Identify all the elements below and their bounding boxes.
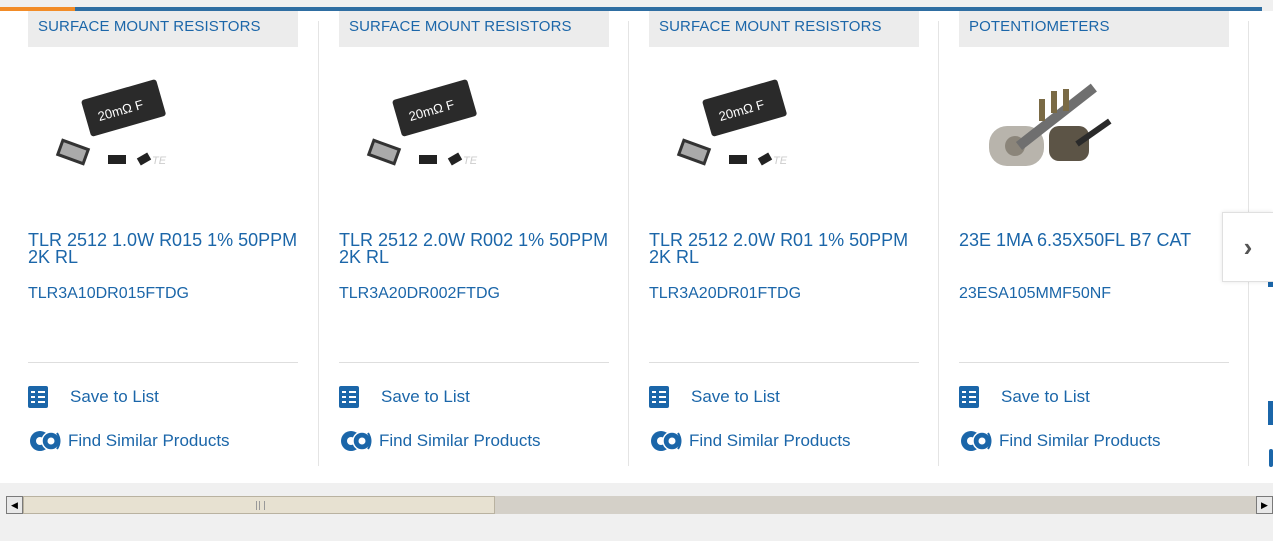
svg-text:TE: TE <box>463 155 478 167</box>
horizontal-scrollbar[interactable]: ◀ ▶ <box>6 496 1273 514</box>
next-card-peek <box>1268 281 1273 481</box>
save-to-list-label: Save to List <box>691 387 780 406</box>
card-divider <box>28 362 298 363</box>
product-card: SURFACE MOUNT RESISTORS 20mΩ F TE TLR 25… <box>649 11 919 466</box>
triangle-left-icon: ◀ <box>11 499 18 510</box>
gears-icon <box>30 431 61 451</box>
card-divider <box>339 362 609 363</box>
save-to-list-button[interactable]: Save to List <box>649 384 780 410</box>
product-card: SURFACE MOUNT RESISTORS 20mΩ F TE TLR 25… <box>339 11 609 466</box>
save-to-list-button[interactable]: Save to List <box>959 384 1090 410</box>
save-to-list-label: Save to List <box>1001 387 1090 406</box>
find-similar-label: Find Similar Products <box>999 431 1161 450</box>
category-label[interactable]: SURFACE MOUNT RESISTORS <box>28 11 298 47</box>
save-to-list-button[interactable]: Save to List <box>339 384 470 410</box>
checklist-icon <box>28 386 48 408</box>
category-label[interactable]: SURFACE MOUNT RESISTORS <box>339 11 609 47</box>
scrollbar-thumb[interactable] <box>23 496 495 514</box>
card-separator <box>318 21 319 466</box>
grip-icon <box>256 501 265 510</box>
find-similar-button[interactable]: Find Similar Products <box>959 428 1161 454</box>
svg-text:TE: TE <box>773 155 788 167</box>
gears-icon <box>341 431 372 451</box>
find-similar-label: Find Similar Products <box>689 431 851 450</box>
product-card: SURFACE MOUNT RESISTORS 20mΩ F TE TLR 25… <box>28 11 298 466</box>
product-title[interactable]: TLR 2512 1.0W R015 1% 50PPM 2K RL <box>28 231 298 266</box>
find-similar-button[interactable]: Find Similar Products <box>649 428 851 454</box>
find-similar-label: Find Similar Products <box>379 431 541 450</box>
checklist-icon <box>339 386 359 408</box>
part-number[interactable]: TLR3A20DR002FTDG <box>339 285 500 303</box>
card-separator <box>628 21 629 466</box>
chevron-right-icon: › <box>1243 231 1253 262</box>
checklist-icon <box>649 386 669 408</box>
part-number[interactable]: 23ESA105MMF50NF <box>959 285 1111 303</box>
find-similar-label: Find Similar Products <box>68 431 230 450</box>
find-similar-button[interactable]: Find Similar Products <box>28 428 230 454</box>
part-number[interactable]: TLR3A10DR015FTDG <box>28 285 189 303</box>
save-to-list-label: Save to List <box>381 387 470 406</box>
gears-icon <box>961 431 992 451</box>
product-image[interactable] <box>979 71 1119 191</box>
scroll-left-button[interactable]: ◀ <box>6 496 23 514</box>
checklist-icon <box>959 386 979 408</box>
scroll-right-button[interactable]: ▶ <box>1256 496 1273 514</box>
find-similar-button[interactable]: Find Similar Products <box>339 428 541 454</box>
category-label[interactable]: POTENTIOMETERS <box>959 11 1229 47</box>
product-image[interactable]: 20mΩ F TE <box>48 71 188 191</box>
card-divider <box>959 362 1229 363</box>
svg-text:TE: TE <box>152 155 167 167</box>
product-image[interactable]: 20mΩ F TE <box>359 71 499 191</box>
product-card: POTENTIOMETERS 23E 1MA 6.35X50FL B7 CAT … <box>959 11 1229 466</box>
save-to-list-button[interactable]: Save to List <box>28 384 159 410</box>
card-separator <box>938 21 939 466</box>
part-number[interactable]: TLR3A20DR01FTDG <box>649 285 801 303</box>
category-label[interactable]: SURFACE MOUNT RESISTORS <box>649 11 919 47</box>
gears-icon <box>651 431 682 451</box>
product-title[interactable]: TLR 2512 2.0W R01 1% 50PPM 2K RL <box>649 231 919 266</box>
card-divider <box>649 362 919 363</box>
save-to-list-label: Save to List <box>70 387 159 406</box>
product-title[interactable]: 23E 1MA 6.35X50FL B7 CAT <box>959 231 1229 249</box>
product-image[interactable]: 20mΩ F TE <box>669 71 809 191</box>
triangle-right-icon: ▶ <box>1261 499 1268 510</box>
product-title[interactable]: TLR 2512 2.0W R002 1% 50PPM 2K RL <box>339 231 609 266</box>
carousel-next-button[interactable]: › <box>1222 212 1273 282</box>
product-carousel: SURFACE MOUNT RESISTORS 20mΩ F TE TLR 25… <box>0 11 1273 483</box>
